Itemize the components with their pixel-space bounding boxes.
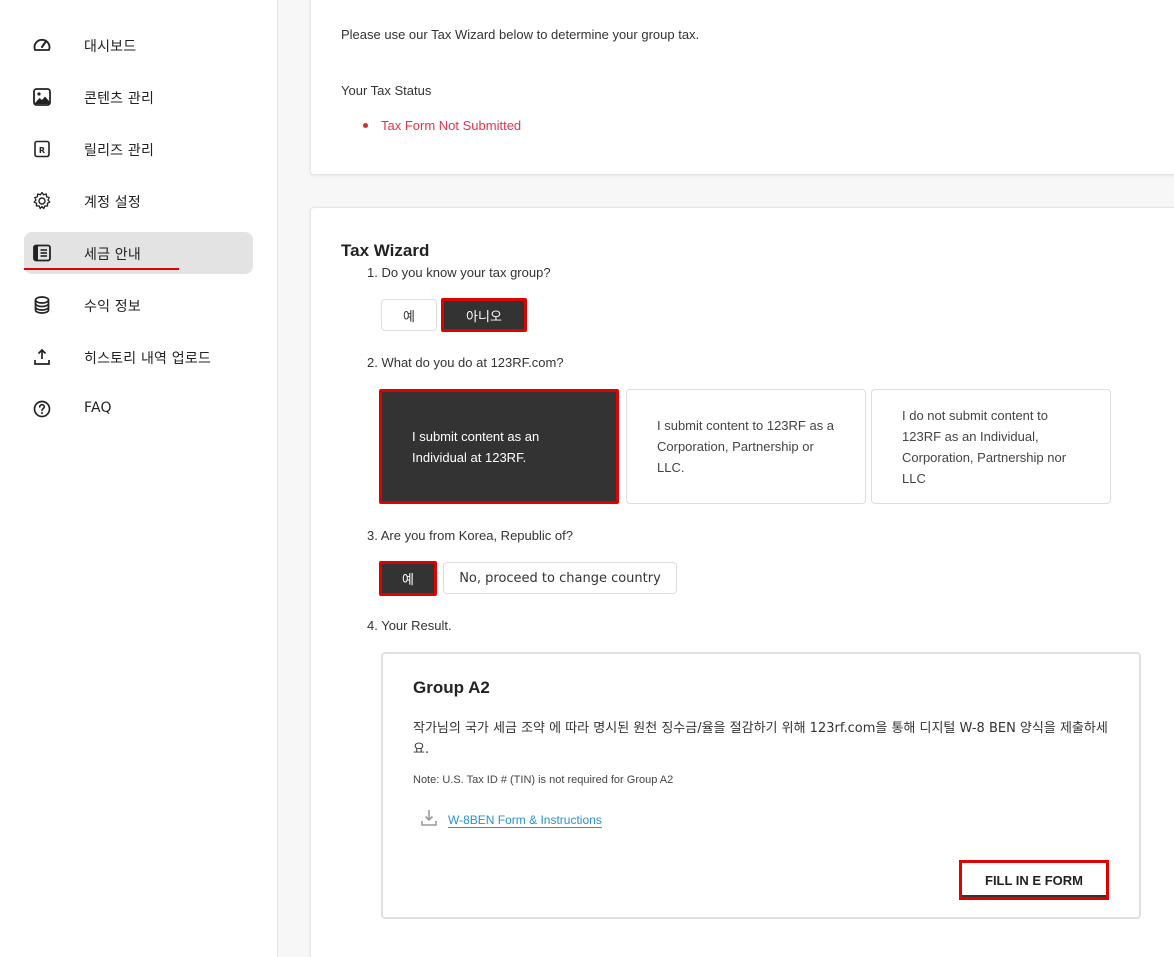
wizard-title: Tax Wizard — [341, 241, 430, 260]
option-individual[interactable]: I submit content as an Individual at 123… — [379, 389, 619, 504]
sidebar-item-account-settings[interactable]: 계정 설정 — [24, 180, 253, 222]
sidebar-item-content[interactable]: 콘텐츠 관리 — [24, 76, 253, 118]
coins-stack-icon — [32, 295, 52, 315]
option-none[interactable]: I do not submit content to 123RF as an I… — [871, 389, 1111, 504]
sidebar-item-faq[interactable]: FAQ — [24, 388, 253, 430]
q3-yes-button[interactable]: 예 — [379, 561, 437, 596]
result-description: 작가님의 국가 세금 조약 에 따라 명시된 원천 징수금/율을 절감하기 위해… — [413, 721, 1108, 757]
result-box: Group A2 작가님의 국가 세금 조약 에 따라 명시된 원천 징수금/율… — [381, 652, 1141, 919]
question-circle-icon — [32, 399, 52, 419]
sidebar-item-label: 수익 정보 — [84, 299, 141, 315]
sidebar-item-label: FAQ — [84, 400, 112, 416]
image-icon — [32, 87, 52, 107]
tax-status-badge: Tax Form Not Submitted — [381, 118, 522, 133]
q1-yes-button[interactable]: 예 — [381, 299, 437, 331]
sidebar-item-earnings[interactable]: 수익 정보 — [24, 284, 253, 326]
sidebar-item-label: 대시보드 — [84, 39, 137, 55]
sidebar-item-release[interactable]: R 릴리즈 관리 — [24, 128, 253, 170]
question-2-label: 2. What do you do at 123RF.com? — [367, 355, 564, 370]
sidebar-item-label: 세금 안내 — [84, 247, 141, 263]
option-text: I do not submit content to 123RF as an I… — [902, 407, 1067, 486]
tax-status-card: Please use our Tax Wizard below to deter… — [310, 0, 1174, 175]
option-corporation[interactable]: I submit content to 123RF as a Corporati… — [626, 389, 866, 504]
sidebar-item-history-upload[interactable]: 히스토리 내역 업로드 — [24, 336, 253, 378]
question-1-label: 1. Do you know your tax group? — [367, 265, 551, 280]
sidebar-item-label: 릴리즈 관리 — [84, 143, 155, 159]
result-group-title: Group A2 — [413, 678, 490, 697]
tax-document-icon — [32, 243, 52, 263]
svg-text:R: R — [39, 146, 45, 155]
question-3-label: 3. Are you from Korea, Republic of? — [367, 528, 573, 543]
sidebar-item-dashboard[interactable]: 대시보드 — [24, 24, 253, 66]
tax-status-title: Your Tax Status — [341, 83, 432, 98]
option-text: I submit content as an Individual at 123… — [412, 428, 540, 465]
status-bullet — [363, 123, 368, 128]
result-note: Note: U.S. Tax ID # (TIN) is not require… — [413, 774, 674, 786]
intro-text: Please use our Tax Wizard below to deter… — [341, 27, 700, 42]
option-text: I submit content to 123RF as a Corporati… — [657, 418, 835, 475]
gear-icon — [32, 191, 52, 211]
tax-wizard-card: Tax Wizard 1. Do you know your tax group… — [310, 207, 1174, 957]
release-r-icon: R — [32, 139, 52, 159]
download-icon — [419, 808, 439, 828]
question-4-label: 4. Your Result. — [367, 618, 452, 633]
sidebar-item-label: 콘텐츠 관리 — [84, 91, 155, 107]
active-item-underline — [24, 268, 179, 270]
fill-in-e-form-button[interactable]: FILL IN E FORM — [959, 860, 1109, 900]
sidebar-item-label: 히스토리 내역 업로드 — [84, 351, 212, 367]
sidebar: 대시보드 콘텐츠 관리 R 릴리즈 관리 계정 설정 세금 안내 수익 정보 히… — [0, 0, 278, 957]
q1-no-button[interactable]: 아니오 — [441, 298, 527, 332]
upload-icon — [32, 347, 52, 367]
q3-change-country-button[interactable]: No, proceed to change country — [443, 562, 677, 594]
dashboard-gauge-icon — [32, 35, 52, 55]
sidebar-item-label: 계정 설정 — [84, 195, 141, 211]
w8ben-download-link[interactable]: W-8BEN Form & Instructions — [448, 813, 602, 828]
